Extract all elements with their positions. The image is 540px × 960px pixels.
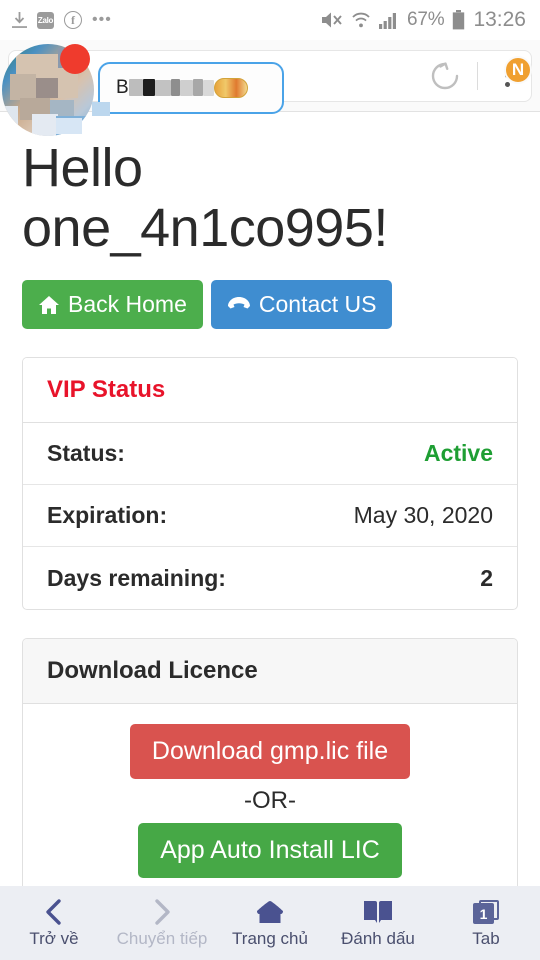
nav-home-label: Trang chủ: [232, 929, 308, 948]
nav-tabs-button[interactable]: 1 Tab: [432, 886, 540, 960]
vip-row-expiration: Expiration: May 30, 2020: [23, 485, 517, 547]
chat-message-text: B: [116, 77, 248, 99]
nav-home-button[interactable]: Trang chủ: [216, 886, 324, 960]
emoji-icon: [213, 77, 248, 98]
nav-bookmarks-button[interactable]: Đánh dấu: [324, 886, 432, 960]
download-licence-body: Download gmp.lic file -OR- App Auto Inst…: [23, 704, 517, 886]
battery-icon: [452, 10, 465, 30]
days-remaining-value: 2: [480, 564, 493, 591]
contact-us-label: Contact US: [258, 291, 377, 317]
chevron-right-icon: [150, 897, 174, 927]
back-home-label: Back Home: [68, 291, 187, 317]
status-bar-right: 67% 13:26: [321, 8, 526, 32]
nav-forward-button[interactable]: Chuyển tiếp: [108, 886, 216, 960]
account-avatar[interactable]: N: [504, 55, 532, 84]
telephone-icon: [227, 296, 250, 308]
tabs-icon: 1: [473, 897, 499, 927]
bookmark-icon: [362, 897, 394, 927]
download-licence-card: Download Licence Download gmp.lic file -…: [22, 638, 518, 886]
chat-bubble-tail: [92, 102, 110, 116]
chat-overlay-accent: [56, 118, 82, 134]
download-icon: [12, 11, 27, 29]
home-icon: [39, 295, 59, 314]
home-icon: [255, 897, 285, 927]
page-content: Hello one_4n1co995! Back Home Contact US…: [0, 112, 540, 886]
menu-dot-icon: [504, 82, 510, 87]
browser-menu-button[interactable]: N: [484, 50, 532, 102]
vip-row-status: Status: Active: [23, 423, 517, 485]
vip-status-title: VIP Status: [23, 358, 517, 423]
days-remaining-label: Days remaining:: [47, 564, 226, 591]
expiration-value: May 30, 2020: [353, 502, 493, 528]
zalo-icon: Zalo: [37, 11, 54, 29]
vip-row-days-remaining: Days remaining: 2: [23, 547, 517, 609]
reload-icon: [431, 61, 459, 89]
action-button-row: Back Home Contact US: [22, 280, 540, 329]
nav-back-button[interactable]: Trở về: [0, 886, 108, 960]
greeting-line-2: one_4n1co995!: [22, 198, 388, 258]
clock-label: 13:26: [473, 8, 526, 31]
nav-tabs-label: Tab: [472, 929, 500, 948]
status-bar: Zalo f ••• 67% 13:26: [0, 0, 540, 40]
facebook-icon: f: [64, 11, 82, 29]
expiration-label: Expiration:: [47, 502, 168, 528]
status-badge: Active: [423, 440, 493, 466]
greeting-line-1: Hello: [22, 138, 143, 198]
download-licence-title: Download Licence: [23, 639, 517, 704]
status-bar-left: Zalo f •••: [12, 11, 112, 29]
chevron-left-icon: [42, 897, 66, 927]
chat-message-bubble[interactable]: B: [98, 62, 284, 114]
cellular-signal-icon: [379, 11, 399, 29]
or-separator-label: -OR-: [244, 787, 296, 814]
page-title: Hello one_4n1co995!: [22, 138, 540, 258]
phone-screen: Zalo f ••• 67% 13:26 N B Hello one_4n1co…: [0, 0, 540, 960]
app-auto-install-lic-button[interactable]: App Auto Install LIC: [138, 823, 402, 878]
nav-forward-label: Chuyển tiếp: [116, 929, 208, 948]
more-notifications-icon: •••: [92, 11, 112, 28]
reload-button[interactable]: [419, 50, 471, 102]
contact-us-button[interactable]: Contact US: [210, 280, 393, 329]
nav-back-label: Trở về: [29, 929, 79, 948]
mute-icon: [321, 11, 343, 29]
tab-count-badge: 1: [473, 903, 494, 924]
nav-bookmarks-label: Đánh dấu: [341, 929, 415, 948]
toolbar-divider: [477, 61, 478, 90]
vip-status-card: VIP Status Status: Active Expiration: Ma…: [22, 357, 518, 610]
browser-bottom-nav: Trở về Chuyển tiếp Trang chủ Đánh dấu 1 …: [0, 886, 540, 960]
download-lic-file-button[interactable]: Download gmp.lic file: [129, 724, 411, 779]
toolbar-actions: N: [419, 50, 532, 102]
wifi-icon: [351, 11, 371, 29]
chat-notification-badge[interactable]: [60, 44, 90, 74]
status-label: Status:: [47, 440, 125, 466]
back-home-button[interactable]: Back Home: [22, 280, 203, 329]
battery-percent-label: 67%: [407, 9, 445, 30]
